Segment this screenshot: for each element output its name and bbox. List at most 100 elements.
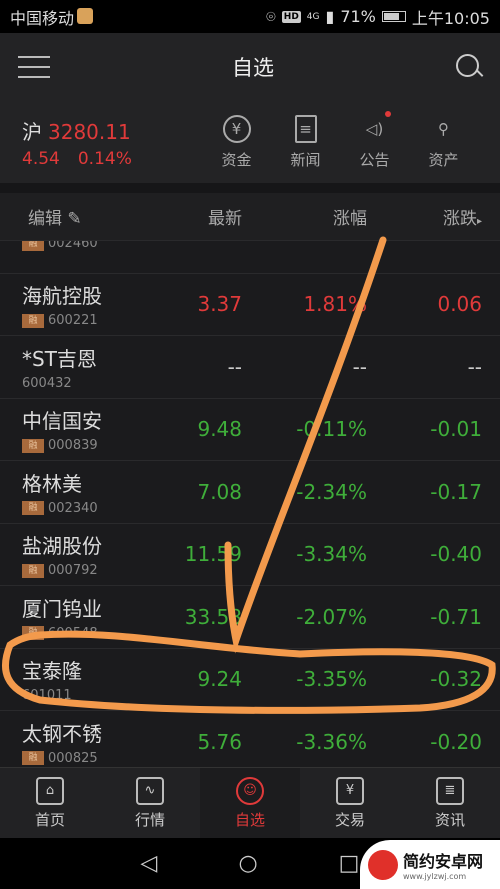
- watermark-text: 简约安卓网: [403, 852, 484, 871]
- tab-label: 自选: [234, 810, 265, 829]
- quick-funds[interactable]: ¥ 资金: [207, 114, 267, 170]
- index-change-pct: 0.14%: [77, 148, 132, 169]
- stock-name: 中信国安: [22, 409, 102, 434]
- quick-label: 新闻: [290, 150, 321, 169]
- stock-row[interactable]: 格林美 融 002340 7.08 -2.34% -0.17: [0, 461, 500, 524]
- col-change-label: 涨跌: [442, 209, 477, 229]
- stock-code: 000825: [48, 750, 98, 766]
- margin-badge: 融: [22, 438, 44, 453]
- index-value: 3280.11: [48, 119, 131, 144]
- margin-badge: 融: [22, 563, 44, 578]
- caret-right-icon: ▸: [476, 216, 482, 227]
- stock-change: -0.71: [430, 604, 482, 629]
- stock-change: 0.06: [437, 292, 482, 317]
- stock-name: *ST吉恩: [22, 346, 97, 371]
- location-icon: ⌾: [266, 6, 276, 26]
- quick-news[interactable]: ≡ 新闻: [276, 114, 336, 170]
- home-icon: ⌂: [36, 776, 64, 805]
- stock-row[interactable]: 宝泰隆 601011 9.24 -3.35% -0.32: [0, 649, 500, 711]
- stock-change: -0.32: [430, 667, 482, 692]
- recents-icon[interactable]: □: [339, 851, 360, 876]
- stock-code: 600548: [48, 625, 98, 641]
- stock-name: 海航控股: [22, 284, 102, 309]
- user-assets-icon: ⚲: [438, 119, 449, 138]
- stock-price: 9.24: [197, 667, 242, 692]
- watermark-url: www.jylzwj.com: [403, 872, 467, 881]
- margin-badge: 融: [22, 241, 44, 251]
- quick-assets[interactable]: ⚲ 资产: [414, 115, 474, 170]
- margin-badge: 融: [22, 313, 44, 328]
- stock-name: 格林美: [22, 471, 82, 496]
- battery-percent: 71%: [340, 7, 376, 26]
- signal-icon: ▮: [325, 7, 335, 26]
- search-icon[interactable]: [456, 54, 482, 80]
- page-title: 自选: [232, 56, 274, 80]
- margin-badge: 融: [22, 626, 44, 641]
- index-panel: 沪 3280.11 4.54 0.14% ¥ 资金 ≡ 新闻 ◁) 公告 ⚲ 资产: [0, 101, 500, 183]
- tab-1[interactable]: ∿ 行情: [100, 768, 200, 838]
- speaker-icon: ◁): [365, 119, 384, 138]
- stock-price: 11.59: [184, 542, 242, 567]
- stock-code: 600221: [48, 313, 98, 329]
- android-logo-icon: [368, 849, 398, 880]
- news-icon: ≡: [294, 114, 317, 143]
- battery-icon: [381, 11, 406, 22]
- stock-code: 000839: [48, 438, 98, 454]
- edit-button[interactable]: 编辑 ✎: [0, 204, 170, 229]
- app-notification-icon: [77, 7, 94, 24]
- stock-change-pct: -3.35%: [296, 667, 367, 692]
- stock-name: 太钢不锈: [22, 721, 102, 746]
- tab-3[interactable]: ¥ 交易: [300, 768, 400, 838]
- tab-2[interactable]: ☺ 自选: [200, 768, 300, 838]
- stock-row[interactable]: *ST吉恩 600432 -- -- --: [0, 336, 500, 399]
- back-icon[interactable]: ◁: [141, 851, 158, 876]
- tab-label: 行情: [134, 810, 165, 829]
- stock-price: --: [227, 354, 242, 379]
- stock-price: 33.58: [184, 604, 242, 629]
- stock-row[interactable]: 盐湖股份 融 000792 11.59 -3.34% -0.40: [0, 524, 500, 586]
- stock-code: 000792: [48, 563, 98, 579]
- col-change[interactable]: 涨跌▸: [367, 204, 482, 229]
- stock-list[interactable]: 融 002460 海航控股 融 600221 3.37 1.81% 0.06 *ST吉…: [0, 241, 500, 767]
- stock-row[interactable]: 厦门钨业 融 600548 33.58 -2.07% -0.71: [0, 586, 500, 649]
- tab-4[interactable]: ≣ 资讯: [400, 768, 500, 838]
- quick-announcements[interactable]: ◁) 公告: [345, 110, 405, 170]
- tab-0[interactable]: ⌂ 首页: [0, 768, 100, 838]
- tab-label: 资讯: [434, 810, 465, 829]
- stock-row[interactable]: 太钢不锈 融 000825 5.76 -3.36% -0.20: [0, 711, 500, 767]
- stock-change: -0.20: [430, 729, 482, 754]
- bottom-tab-bar: ⌂ 首页 ∿ 行情 ☺ 自选 ¥ 交易 ≣ 资讯: [0, 767, 500, 838]
- stock-change: --: [467, 354, 482, 379]
- sh-index[interactable]: 沪 3280.11 4.54 0.14%: [22, 116, 212, 169]
- menu-icon[interactable]: [18, 56, 50, 78]
- stock-row[interactable]: 中信国安 融 000839 9.48 -0.11% -0.01: [0, 399, 500, 461]
- stock-price: 9.48: [197, 417, 242, 442]
- stock-code: 601011: [22, 688, 72, 704]
- stock-change-pct: -3.34%: [296, 542, 367, 567]
- col-change-pct[interactable]: 涨幅: [242, 204, 367, 229]
- info-icon: ≣: [436, 776, 464, 805]
- stock-row[interactable]: 融 002460: [0, 241, 500, 274]
- stock-row[interactable]: 海航控股 融 600221 3.37 1.81% 0.06: [0, 274, 500, 336]
- stock-change-pct: -3.36%: [296, 729, 367, 754]
- stock-price: 7.08: [197, 479, 242, 504]
- quick-label: 资金: [221, 150, 252, 169]
- watermark-logo: 简约安卓网 www.jylzwj.com: [360, 840, 500, 889]
- divider: [0, 183, 500, 193]
- stock-change-pct: -2.34%: [296, 479, 367, 504]
- tab-label: 交易: [334, 810, 365, 829]
- notification-dot: [384, 110, 391, 117]
- stock-change-pct: -2.07%: [296, 604, 367, 629]
- edit-label: 编辑: [28, 209, 62, 229]
- quick-label: 资产: [428, 150, 459, 169]
- app-header: 自选: [0, 33, 500, 101]
- home-circle-icon[interactable]: ○: [238, 851, 257, 876]
- stock-code: 600432: [22, 375, 72, 391]
- hd-icon: HD: [281, 10, 301, 23]
- stock-change: -0.40: [430, 542, 482, 567]
- chart-icon: ∿: [136, 776, 164, 805]
- quick-label: 公告: [359, 150, 390, 169]
- col-latest[interactable]: 最新: [170, 204, 242, 229]
- network-type: 4G: [306, 11, 320, 22]
- stock-name: 宝泰隆: [22, 659, 82, 684]
